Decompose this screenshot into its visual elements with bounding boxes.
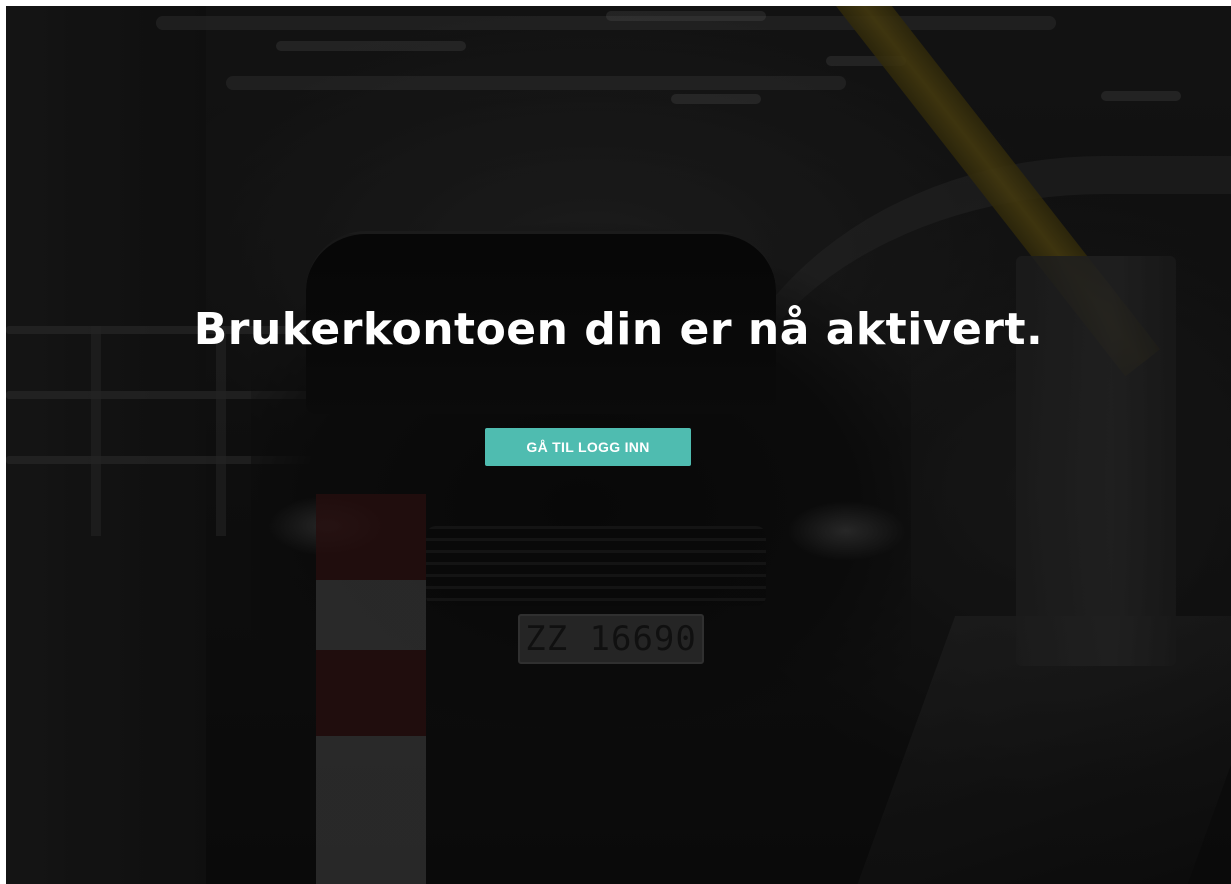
page-frame: ZZ 16690 Brukerkontoen din er nå aktiver… (6, 6, 1231, 884)
page-title: Brukerkontoen din er nå aktivert. (193, 304, 1044, 355)
activation-message: Brukerkontoen din er nå aktivert. GÅ TIL… (6, 6, 1231, 884)
go-to-login-button[interactable]: GÅ TIL LOGG INN (485, 428, 691, 466)
